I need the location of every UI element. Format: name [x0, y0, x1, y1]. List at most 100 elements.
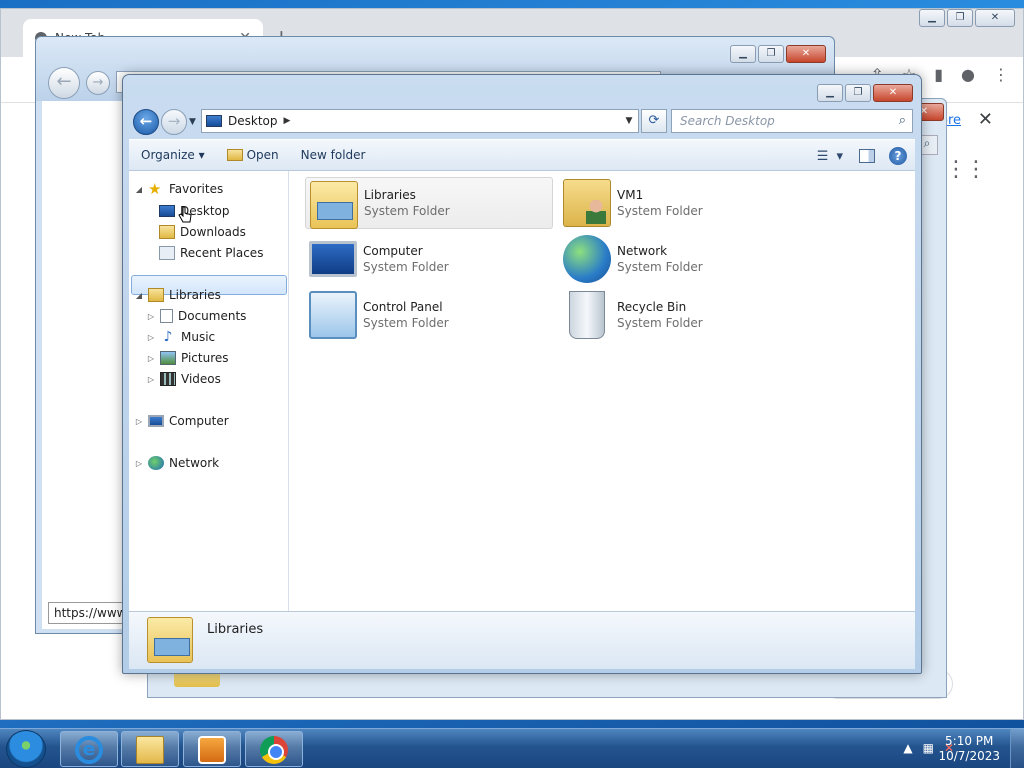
media-player-icon	[198, 736, 226, 764]
profile-avatar-icon[interactable]: ●	[961, 65, 975, 84]
recent-places-icon	[159, 246, 175, 260]
nav-pictures[interactable]: ▷ Pictures	[147, 348, 229, 368]
user-folder-icon	[563, 179, 611, 227]
help-icon[interactable]: ?	[889, 147, 907, 165]
file-list: Libraries System Folder VM1 System Folde…	[289, 171, 915, 611]
nav-network[interactable]: ▷ Network	[135, 453, 219, 473]
taskbar-windows-explorer[interactable]	[121, 731, 179, 767]
nav-documents[interactable]: ▷ Documents	[147, 306, 246, 326]
refresh-button[interactable]: ⟳	[641, 109, 667, 133]
search-icon[interactable]: ⌕	[899, 113, 906, 128]
item-name: Network	[617, 244, 668, 258]
computer-icon	[148, 415, 164, 427]
details-selected-name: Libraries	[207, 622, 264, 637]
collapse-arrow-icon[interactable]: ▷	[135, 417, 143, 426]
item-name: Computer	[363, 244, 423, 258]
chrome-menu-icon[interactable]: ⋮	[993, 65, 1009, 84]
taskbar-internet-explorer[interactable]: e	[60, 731, 118, 767]
address-location-text[interactable]: Desktop	[228, 114, 278, 128]
details-pane: Libraries	[129, 611, 915, 669]
downloads-icon	[159, 225, 175, 239]
show-hidden-icons-icon[interactable]: ▲	[903, 741, 912, 755]
chrome-maximize-button[interactable]: ❐	[947, 9, 973, 27]
nav-favorites[interactable]: ◢ ★ Favorites	[135, 179, 223, 199]
item-network[interactable]: Network System Folder	[559, 233, 807, 285]
desktop-icon	[159, 205, 175, 217]
collapse-arrow-icon[interactable]: ▷	[147, 354, 155, 363]
new-folder-button[interactable]: New folder	[301, 148, 366, 162]
address-dropdown-icon[interactable]: ▼	[620, 116, 638, 126]
chrome-minimize-button[interactable]: ▁	[919, 9, 945, 27]
item-computer[interactable]: Computer System Folder	[305, 233, 553, 285]
nav-downloads[interactable]: Downloads	[159, 222, 246, 242]
recent-pages-dropdown-icon[interactable]: ▼	[189, 117, 196, 127]
taskbar: e ▲ ▦ ✕ 5:10 PM 10/7/2023	[0, 728, 1024, 768]
expand-arrow-icon[interactable]: ◢	[135, 185, 143, 194]
explorer-address-bar[interactable]: Desktop ▶ ▼	[201, 109, 639, 133]
item-name: Recycle Bin	[617, 300, 687, 314]
explorer-close-button[interactable]: ✕	[873, 84, 913, 102]
background-forward-icon[interactable]: →	[86, 71, 110, 95]
search-placeholder: Search Desktop	[680, 114, 775, 128]
internet-explorer-icon: e	[75, 736, 103, 764]
nav-computer[interactable]: ▷ Computer	[135, 411, 229, 431]
item-recycle-bin[interactable]: Recycle Bin System Folder	[559, 289, 807, 341]
change-view-icon[interactable]: ☰ ▾	[817, 149, 845, 164]
open-folder-icon	[226, 149, 243, 161]
item-type: System Folder	[617, 316, 703, 330]
details-libraries-icon	[147, 617, 193, 663]
network-globe-icon	[148, 456, 164, 470]
start-button[interactable]	[6, 730, 46, 768]
item-name: VM1	[617, 188, 644, 202]
search-input[interactable]: Search Desktop ⌕	[671, 109, 913, 133]
explorer-minimize-button[interactable]: ▁	[817, 84, 843, 102]
windows-explorer-icon	[136, 736, 164, 764]
clock-time: 5:10 PM	[945, 734, 994, 748]
taskbar-clock[interactable]: 5:10 PM 10/7/2023	[938, 734, 1000, 764]
breadcrumb-arrow-icon[interactable]: ▶	[284, 116, 291, 126]
nav-desktop-label[interactable]: Desktop	[159, 201, 230, 221]
background-maximize-button[interactable]: ❐	[758, 45, 784, 63]
background-minimize-button[interactable]: ▁	[730, 45, 756, 63]
collapse-arrow-icon[interactable]: ▷	[147, 333, 155, 342]
collapse-arrow-icon[interactable]: ▷	[135, 459, 143, 468]
item-vm1[interactable]: VM1 System Folder	[559, 177, 807, 229]
open-button[interactable]: Open	[226, 148, 279, 162]
documents-icon	[160, 309, 173, 323]
side-panel-icon[interactable]: ▮	[934, 65, 943, 84]
nav-videos[interactable]: ▷ Videos	[147, 369, 221, 389]
chrome-icon	[260, 736, 288, 764]
favorites-star-icon: ★	[148, 180, 162, 198]
taskbar-chrome[interactable]	[245, 731, 303, 767]
show-desktop-button[interactable]	[1010, 729, 1024, 768]
explorer-forward-button[interactable]: →	[161, 109, 187, 135]
preview-pane-icon[interactable]	[859, 149, 875, 163]
background-back-icon[interactable]: ←	[48, 67, 80, 99]
collapse-arrow-icon[interactable]: ▷	[147, 375, 155, 384]
item-libraries[interactable]: Libraries System Folder	[305, 177, 553, 229]
background-status-url: https://www	[48, 602, 126, 624]
background-close-button[interactable]: ✕	[786, 45, 826, 63]
taskbar-media-player[interactable]	[183, 731, 241, 767]
nav-recent-places[interactable]: Recent Places	[159, 243, 263, 263]
item-control-panel[interactable]: Control Panel System Folder	[305, 289, 553, 341]
item-type: System Folder	[364, 204, 450, 218]
chrome-infobar-close-icon[interactable]: ✕	[978, 109, 993, 130]
organize-button[interactable]: Organize ▾	[141, 148, 205, 162]
item-type: System Folder	[617, 260, 703, 274]
control-panel-icon	[309, 291, 357, 339]
computer-icon	[309, 241, 357, 277]
explorer-maximize-button[interactable]: ❐	[845, 84, 871, 102]
nav-libraries[interactable]: ◢ Libraries	[135, 285, 221, 305]
libraries-icon	[148, 288, 164, 302]
chrome-close-button[interactable]: ✕	[975, 9, 1015, 27]
item-name: Control Panel	[363, 300, 443, 314]
network-tray-icon[interactable]: ▦	[923, 741, 934, 755]
expand-arrow-icon[interactable]: ◢	[135, 291, 143, 300]
chrome-caption-buttons: ▁ ❐ ✕	[919, 9, 1015, 27]
nav-music[interactable]: ▷ ♪ Music	[147, 327, 215, 347]
explorer-back-button[interactable]: ←	[133, 109, 159, 135]
item-name: Libraries	[364, 188, 416, 202]
command-bar-right: ☰ ▾ ?	[817, 147, 907, 165]
collapse-arrow-icon[interactable]: ▷	[147, 312, 155, 321]
